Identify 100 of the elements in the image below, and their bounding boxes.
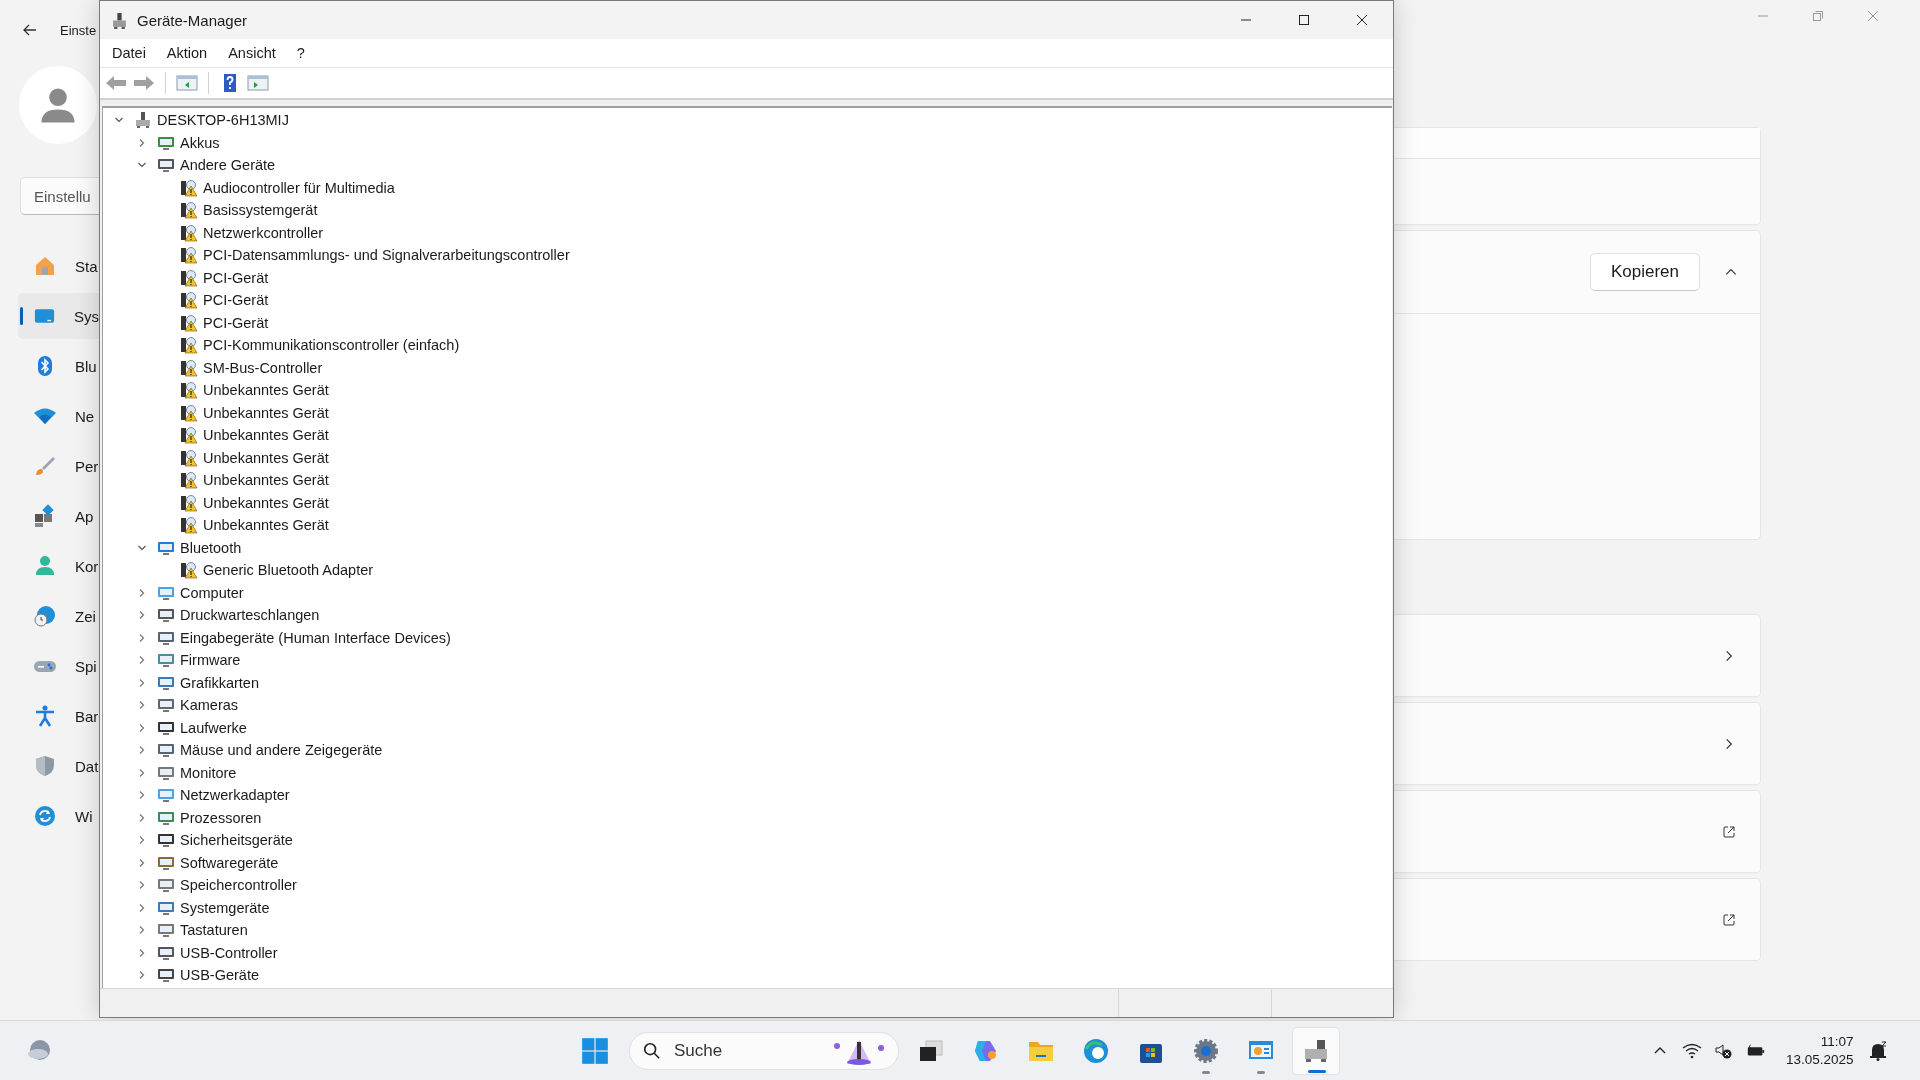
chevron-right-icon[interactable]	[137, 655, 147, 666]
start-icon[interactable]	[581, 1036, 609, 1065]
tree-item[interactable]: Unbekanntes Gerät	[203, 427, 329, 444]
menu-item[interactable]: Aktion	[166, 45, 208, 61]
nav-item[interactable]: Per	[18, 443, 99, 489]
nav-item[interactable]: Spi	[18, 643, 99, 689]
chevron-right-icon[interactable]	[137, 722, 147, 733]
copy-button[interactable]: Kopieren	[1590, 253, 1700, 291]
browser-icon	[1082, 1036, 1110, 1065]
forward-arrow-icon[interactable]	[133, 74, 155, 92]
restore-icon[interactable]	[1812, 10, 1824, 22]
chevron-right-icon[interactable]	[137, 587, 147, 598]
notification-bell-icon[interactable]	[1867, 1040, 1888, 1061]
tree-item[interactable]: USB-Controller	[180, 944, 278, 961]
nav-item[interactable]: Ne	[18, 393, 99, 439]
tree-item[interactable]: Unbekanntes Gerät	[203, 472, 329, 489]
tree-item[interactable]: Prozessoren	[180, 809, 262, 826]
tree-item[interactable]: Unbekanntes Gerät	[203, 382, 329, 399]
tree-item[interactable]: Andere Geräte	[180, 157, 276, 174]
tree-item[interactable]: Tastaturen	[180, 922, 248, 939]
back-arrow-icon[interactable]	[22, 22, 38, 38]
tree-item[interactable]: Akkus	[180, 134, 220, 151]
tree-item[interactable]: Mäuse und andere Zeigegeräte	[180, 742, 383, 759]
chevron-right-icon[interactable]	[137, 835, 147, 846]
tree-item[interactable]: Unbekanntes Gerät	[203, 449, 329, 466]
device-manager-icon	[111, 11, 128, 29]
nav-item[interactable]: Blu	[18, 343, 99, 389]
gear-icon	[1192, 1036, 1220, 1065]
chevron-right-icon[interactable]	[137, 632, 147, 643]
tree-item[interactable]: PCI-Gerät	[203, 292, 269, 309]
chevron-right-icon[interactable]	[137, 137, 147, 148]
chevron-right-icon[interactable]	[137, 812, 147, 823]
chevron-right-icon[interactable]	[137, 925, 147, 936]
search-field[interactable]: Einstellu	[20, 177, 99, 215]
tree-item[interactable]: Netzwerkcontroller	[203, 224, 324, 241]
accessibility-icon	[33, 704, 57, 728]
chevron-right-icon[interactable]	[137, 610, 147, 621]
chevron-right-icon[interactable]	[137, 947, 147, 958]
tree-item[interactable]: Basissystemgerät	[203, 202, 318, 219]
tree-item[interactable]: Audiocontroller für Multimedia	[203, 179, 395, 196]
tree-item[interactable]: USB-Geräte	[180, 967, 259, 984]
device-category-icon	[157, 876, 175, 895]
tree-item[interactable]: Grafikkarten	[180, 674, 259, 691]
tree-item[interactable]: PCI-Kommunikationscontroller (einfach)	[203, 337, 460, 354]
battery-charging-icon[interactable]	[1746, 1042, 1766, 1059]
tree-item[interactable]: DESKTOP-6H13MIJ	[157, 112, 289, 129]
clock-date[interactable]: 13.05.2025	[1786, 1050, 1854, 1069]
nav-item[interactable]: Sys	[18, 293, 99, 339]
tree-item[interactable]: Speichercontroller	[180, 877, 297, 894]
close-icon[interactable]	[1355, 13, 1369, 27]
chevron-right-icon[interactable]	[137, 902, 147, 913]
tree-item[interactable]: Bluetooth	[180, 539, 242, 556]
tree-item[interactable]: PCI-Datensammlungs- und Signalverarbeitungscontroller	[203, 247, 570, 264]
tree-item[interactable]: Unbekanntes Gerät	[203, 404, 329, 421]
tree-item[interactable]: Systemgeräte	[180, 899, 270, 916]
maximize-icon[interactable]	[1297, 13, 1311, 27]
chevron-right-icon[interactable]	[137, 880, 147, 891]
tree-item[interactable]: Sicherheitsgeräte	[180, 832, 293, 849]
nav-item[interactable]: Ap	[18, 493, 99, 539]
chevron-right-icon[interactable]	[137, 700, 147, 711]
window-panel-icon[interactable]	[247, 74, 269, 92]
wifi-icon[interactable]	[1682, 1042, 1702, 1059]
chevron-right-icon[interactable]	[137, 790, 147, 801]
tree-item[interactable]: Kameras	[180, 697, 239, 714]
menu-item[interactable]: ?	[296, 45, 305, 61]
clock-time[interactable]: 11:07	[1820, 1032, 1854, 1051]
shield-icon	[33, 754, 57, 778]
nav-item[interactable]: Zei	[18, 593, 99, 639]
menu-item[interactable]: Datei	[112, 45, 146, 61]
tree-item[interactable]: Softwaregeräte	[180, 854, 279, 871]
tree-item[interactable]: Monitore	[180, 764, 237, 781]
tree-item[interactable]: Computer	[180, 584, 244, 601]
tree-item[interactable]: Generic Bluetooth Adapter	[203, 562, 374, 579]
nav-item[interactable]: Wi	[18, 793, 99, 839]
home-icon	[33, 254, 57, 278]
chevron-right-icon[interactable]	[137, 745, 147, 756]
nav-item[interactable]: Sta	[18, 243, 99, 289]
tree-item[interactable]: Laufwerke	[180, 719, 247, 736]
tree-item[interactable]: Eingabegeräte (Human Interface Devices)	[180, 629, 451, 646]
chevron-right-icon[interactable]	[137, 677, 147, 688]
tree-item[interactable]: SM-Bus-Controller	[203, 359, 323, 376]
chevron-right-icon[interactable]	[137, 857, 147, 868]
chevron-right-icon[interactable]	[137, 970, 147, 981]
tree-item[interactable]: Unbekanntes Gerät	[203, 494, 329, 511]
menu-item[interactable]: Ansicht	[228, 45, 276, 61]
tree-item[interactable]: PCI-Gerät	[203, 269, 269, 286]
tree-item[interactable]: Netzwerkadapter	[180, 787, 290, 804]
tree-item[interactable]: Druckwarteschlangen	[180, 607, 320, 624]
nav-item[interactable]: Bar	[18, 693, 99, 739]
taskbar-app[interactable]	[1292, 1026, 1340, 1075]
taskbar-search-field[interactable]: Suche	[629, 1031, 899, 1070]
tree-item[interactable]: Firmware	[180, 652, 241, 669]
tree-item[interactable]: Unbekanntes Gerät	[203, 517, 329, 534]
tree-item[interactable]: PCI-Gerät	[203, 314, 269, 331]
nav-item[interactable]: Kor	[18, 543, 99, 589]
chevron-right-icon[interactable]	[137, 767, 147, 778]
speaker-muted-icon[interactable]	[1714, 1042, 1734, 1059]
device-category-icon	[157, 696, 175, 715]
window-panel-icon[interactable]	[176, 74, 198, 92]
nav-item[interactable]: Dat	[18, 743, 99, 789]
